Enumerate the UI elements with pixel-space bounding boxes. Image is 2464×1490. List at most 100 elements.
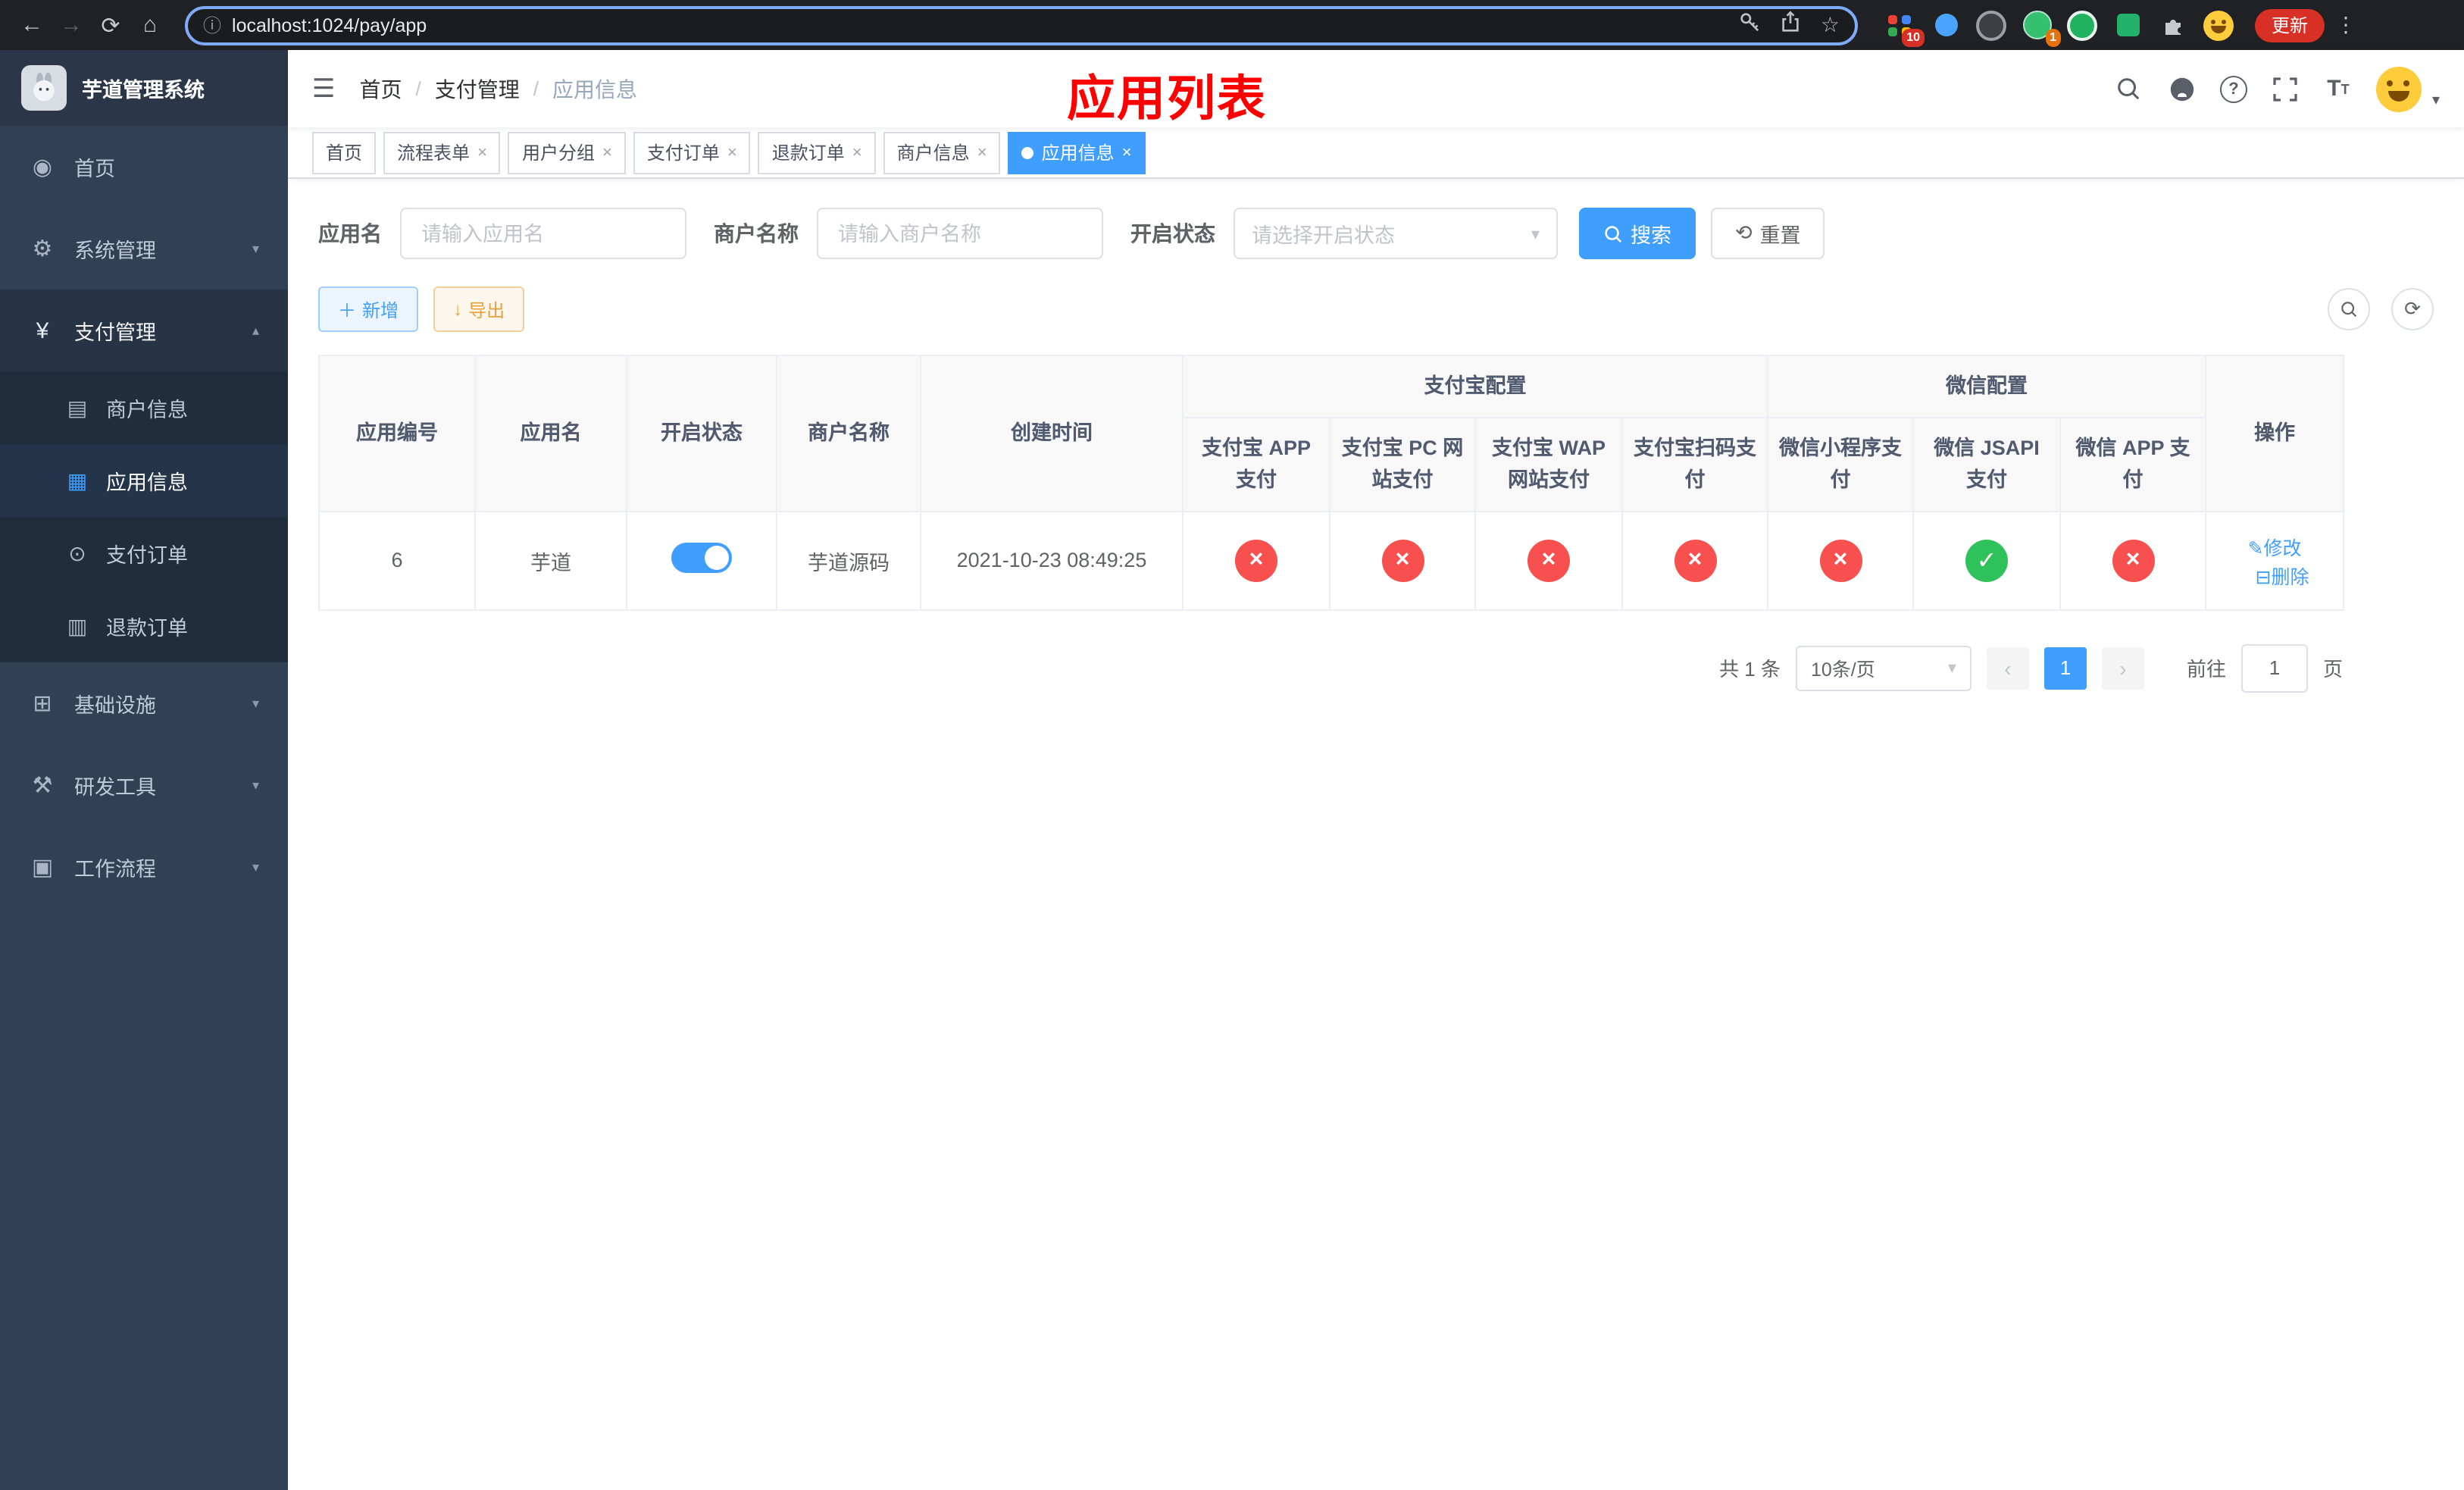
help-icon[interactable]: ?	[2219, 75, 2247, 102]
search-button[interactable]: 搜索	[1579, 208, 1696, 259]
goto-page-input[interactable]	[2240, 643, 2308, 693]
sidebar-item-system[interactable]: ⚙ 系统管理 ▾	[0, 208, 288, 290]
add-button-label: 新增	[362, 299, 399, 321]
col-created: 创建时间	[920, 355, 1184, 512]
tab-user-group[interactable]: 用户分组 ×	[508, 131, 626, 174]
sidebar-item-merchant-info[interactable]: ▤ 商户信息	[0, 371, 288, 444]
close-icon[interactable]: ×	[977, 143, 987, 161]
col-wechat-group: 微信配置	[1766, 355, 2207, 418]
chevron-down-icon: ▾	[1531, 225, 1540, 243]
goto-suffix: 页	[2322, 658, 2343, 681]
sidebar-item-home[interactable]: ◉ 首页	[0, 126, 288, 208]
avatar-caret-icon[interactable]: ▾	[2432, 92, 2440, 111]
apps-grid-icon[interactable]: 10	[1885, 10, 1925, 46]
reset-button[interactable]: ⟲ 重置	[1711, 208, 1825, 259]
breadcrumb-separator: /	[533, 77, 539, 100]
github-icon[interactable]	[2167, 74, 2197, 104]
close-icon[interactable]: ×	[727, 143, 737, 161]
close-icon[interactable]: ×	[477, 143, 487, 161]
sidebar-item-payment[interactable]: ¥ 支付管理 ▴	[0, 290, 288, 371]
share-icon[interactable]	[1780, 10, 1803, 40]
tab-label: 用户分组	[521, 142, 595, 164]
address-bar[interactable]: ⓘ localhost:1024/pay/app ☆	[185, 5, 1858, 45]
profile-avatar-icon[interactable]	[2203, 10, 2234, 40]
green-circle-extension-icon[interactable]	[2067, 10, 2097, 40]
cell-app-name: 芋道	[474, 510, 627, 611]
merchant-name-input[interactable]	[817, 208, 1103, 259]
puzzle-extensions-icon[interactable]	[2158, 10, 2188, 40]
tab-pay-orders[interactable]: 支付订单 ×	[633, 131, 751, 174]
browser-back-button[interactable]: ←	[12, 5, 52, 45]
sidebar-item-app-info[interactable]: ▦ 应用信息	[0, 444, 288, 517]
status-toggle[interactable]	[671, 543, 732, 574]
refresh-button[interactable]: ⟳	[2391, 288, 2434, 330]
cell-app-id: 6	[318, 510, 476, 611]
tab-merchant-info[interactable]: 商户信息 ×	[883, 131, 1001, 174]
search-form: 应用名 商户名称 开启状态 请选择开启状态 ▾ 搜索	[318, 208, 2434, 259]
active-dot	[1021, 146, 1034, 158]
app-title: 芋道管理系统	[82, 79, 205, 102]
col-ops: 操作	[2205, 355, 2345, 512]
url-text[interactable]: localhost:1024/pay/app	[232, 14, 1728, 36]
tab-app-info[interactable]: 应用信息 ×	[1008, 131, 1146, 174]
sidebar-logo-row[interactable]: 芋道管理系统	[0, 50, 288, 126]
status-label: 开启状态	[1130, 221, 1215, 246]
sidebar-item-infrastructure[interactable]: ⊞ 基础设施 ▾	[0, 662, 288, 744]
browser-home-button[interactable]: ⌂	[130, 5, 170, 45]
tab-label: 流程表单	[397, 142, 471, 164]
bookmark-star-icon[interactable]: ☆	[1821, 12, 1840, 38]
add-button[interactable]: ＋ 新增	[318, 286, 419, 332]
col-alipay-wap: 支付宝 WAP 网站支付	[1474, 416, 1623, 512]
close-icon[interactable]: ×	[602, 143, 612, 161]
tab-process-form[interactable]: 流程表单 ×	[383, 131, 501, 174]
merchant-name-label: 商户名称	[714, 221, 799, 246]
chevron-up-icon: ▴	[252, 322, 259, 337]
browser-forward-button[interactable]: →	[52, 5, 91, 45]
page-size-select[interactable]: 10条/页 ▾	[1795, 645, 1972, 691]
blue-extension-icon[interactable]	[1931, 10, 1961, 40]
page-number-button[interactable]: 1	[2043, 646, 2087, 690]
export-button[interactable]: ↓ 导出	[433, 286, 525, 332]
close-icon[interactable]: ×	[1122, 143, 1132, 161]
tab-label: 首页	[326, 142, 363, 164]
browser-update-button[interactable]: 更新	[2255, 8, 2325, 42]
password-key-icon[interactable]	[1739, 10, 1762, 40]
next-page-button[interactable]: ›	[2101, 646, 2144, 690]
col-wx-app: 微信 APP 支付	[2059, 416, 2207, 512]
dark-extension-icon[interactable]	[1976, 10, 2006, 40]
search-icon[interactable]	[2114, 74, 2144, 104]
grid-icon: ▦	[67, 468, 88, 492]
download-icon: ↓	[453, 299, 463, 320]
sidebar-item-label: 系统管理	[74, 239, 156, 262]
sidebar-item-workflow[interactable]: ▣ 工作流程 ▾	[0, 826, 288, 908]
prev-page-button[interactable]: ‹	[1986, 646, 2029, 690]
sidebar-item-label: 首页	[74, 158, 115, 180]
top-navbar: ☰ 首页 / 支付管理 / 应用信息 应用列表 ? T T ▾	[288, 50, 2464, 127]
close-icon[interactable]: ×	[852, 143, 862, 161]
site-info-icon[interactable]: ⓘ	[203, 12, 221, 38]
page-size-value: 10条/页	[1810, 659, 1875, 681]
user-avatar[interactable]	[2375, 66, 2422, 111]
breadcrumb-payment[interactable]: 支付管理	[435, 74, 520, 104]
infra-icon: ⊞	[33, 691, 52, 717]
sidebar-item-pay-orders[interactable]: ⊙ 支付订单	[0, 517, 288, 590]
tab-home[interactable]: 首页	[312, 131, 377, 174]
sidebar-fold-icon[interactable]: ☰	[312, 74, 336, 104]
edit-link[interactable]: ✎修改	[2248, 538, 2302, 559]
browser-menu-icon[interactable]: ⋮	[2334, 12, 2358, 38]
font-size-icon[interactable]: TT	[2323, 74, 2353, 104]
fullscreen-icon[interactable]	[2270, 74, 2300, 104]
tab-refund-orders[interactable]: 退款订单 ×	[758, 131, 876, 174]
status-cross-icon: ×	[1381, 539, 1424, 582]
breadcrumb-home[interactable]: 首页	[360, 74, 402, 104]
browser-reload-button[interactable]: ⟳	[91, 5, 130, 45]
app-name-label: 应用名	[318, 221, 382, 246]
app-name-input[interactable]	[400, 208, 686, 259]
sidebar-item-refund-orders[interactable]: ▥ 退款订单	[0, 590, 288, 662]
status-select[interactable]: 请选择开启状态 ▾	[1234, 208, 1558, 259]
sidebar-item-dev-tools[interactable]: ⚒ 研发工具 ▾	[0, 744, 288, 826]
toggle-search-button[interactable]	[2328, 288, 2370, 330]
delete-link[interactable]: ⊟删除	[2256, 567, 2309, 588]
avatar-extension-icon[interactable]: 1	[2022, 10, 2061, 46]
green-square-extension-icon[interactable]	[2112, 10, 2143, 40]
